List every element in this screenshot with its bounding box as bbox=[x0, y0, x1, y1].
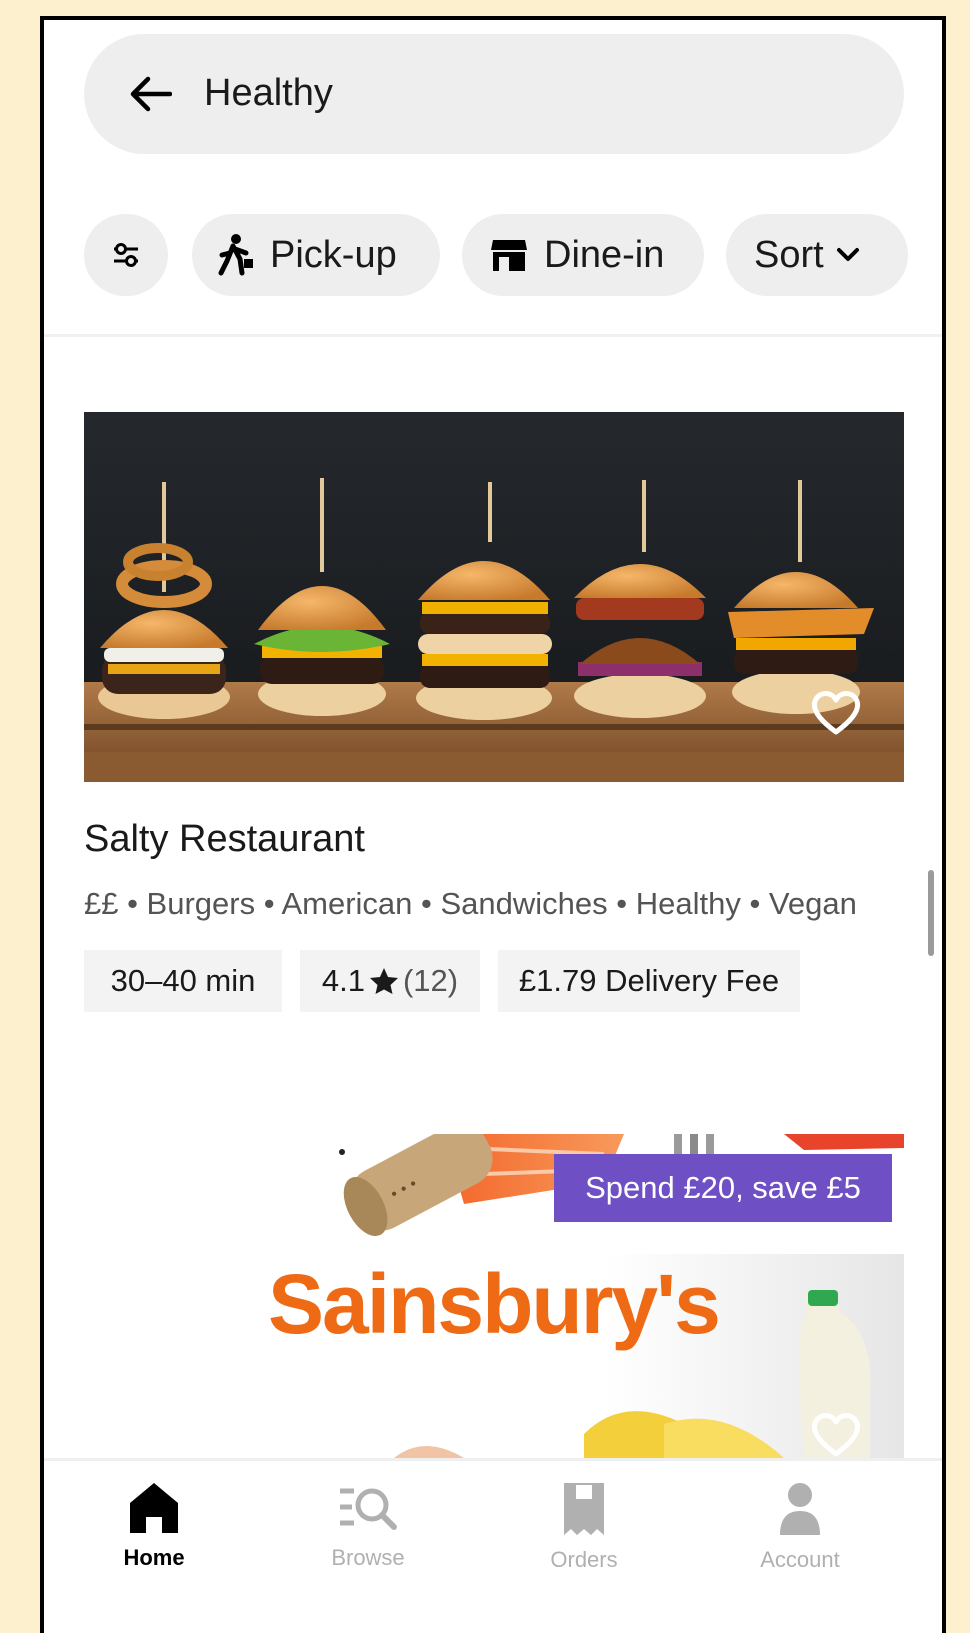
home-icon bbox=[130, 1483, 178, 1533]
burgers-photo bbox=[84, 412, 904, 782]
dinein-filter-chip[interactable]: Dine-in bbox=[462, 214, 704, 296]
delivery-fee: £1.79 Delivery Fee bbox=[518, 963, 780, 998]
browse-search-icon bbox=[340, 1488, 397, 1530]
restaurant-name[interactable]: Salty Restaurant bbox=[84, 818, 365, 861]
heart-icon[interactable] bbox=[810, 688, 862, 736]
rating-count: (12) bbox=[402, 963, 459, 998]
divider bbox=[44, 334, 942, 337]
search-query[interactable]: Healthy bbox=[204, 72, 333, 115]
walking-person-icon bbox=[218, 234, 253, 276]
dinein-label: Dine-in bbox=[544, 233, 665, 276]
filter-settings-button[interactable] bbox=[84, 214, 168, 296]
storefront-icon bbox=[491, 240, 527, 271]
promo-badge: Spend £20, save £5 bbox=[554, 1154, 892, 1222]
rating-badge: 4.1 (12) bbox=[300, 950, 480, 1012]
nav-orders-label: Orders bbox=[550, 1547, 618, 1572]
delivery-fee-badge: £1.79 Delivery Fee bbox=[498, 950, 800, 1012]
nav-account-label: Account bbox=[760, 1547, 840, 1572]
receipt-icon bbox=[564, 1483, 604, 1535]
phone-screen: Healthy Pick-up Dine-in Sort Salty Resta… bbox=[40, 16, 946, 1633]
nav-browse-label: Browse bbox=[331, 1545, 405, 1570]
sort-dropdown[interactable]: Sort bbox=[726, 214, 908, 296]
restaurant-image[interactable] bbox=[84, 412, 904, 782]
sort-label: Sort bbox=[754, 233, 824, 276]
user-icon bbox=[780, 1483, 820, 1535]
nav-home-label: Home bbox=[123, 1545, 185, 1570]
bottom-navigation: Home Browse Orders Account bbox=[44, 1458, 942, 1633]
restaurant-tags: ££ • Burgers • American • Sandwiches • H… bbox=[84, 886, 857, 921]
nav-home[interactable]: Home bbox=[84, 1481, 224, 1571]
rating-value: 4.1 bbox=[321, 963, 365, 998]
scrollbar-thumb[interactable] bbox=[928, 870, 934, 956]
nav-orders[interactable]: Orders bbox=[514, 1481, 654, 1573]
nav-browse[interactable]: Browse bbox=[298, 1481, 438, 1571]
back-arrow-icon[interactable] bbox=[128, 76, 172, 112]
pickup-label: Pick-up bbox=[270, 233, 397, 276]
delivery-time-badge: 30–40 min bbox=[84, 950, 282, 1012]
sliders-icon bbox=[114, 243, 138, 267]
search-bar[interactable]: Healthy bbox=[84, 34, 904, 154]
nav-account[interactable]: Account bbox=[730, 1481, 870, 1573]
star-icon bbox=[369, 968, 398, 994]
chevron-down-icon bbox=[836, 248, 859, 261]
store-logo: Sainsbury's bbox=[268, 1257, 721, 1351]
delivery-time: 30–40 min bbox=[110, 963, 256, 998]
pickup-filter-chip[interactable]: Pick-up bbox=[192, 214, 440, 296]
heart-icon[interactable] bbox=[810, 1410, 862, 1458]
